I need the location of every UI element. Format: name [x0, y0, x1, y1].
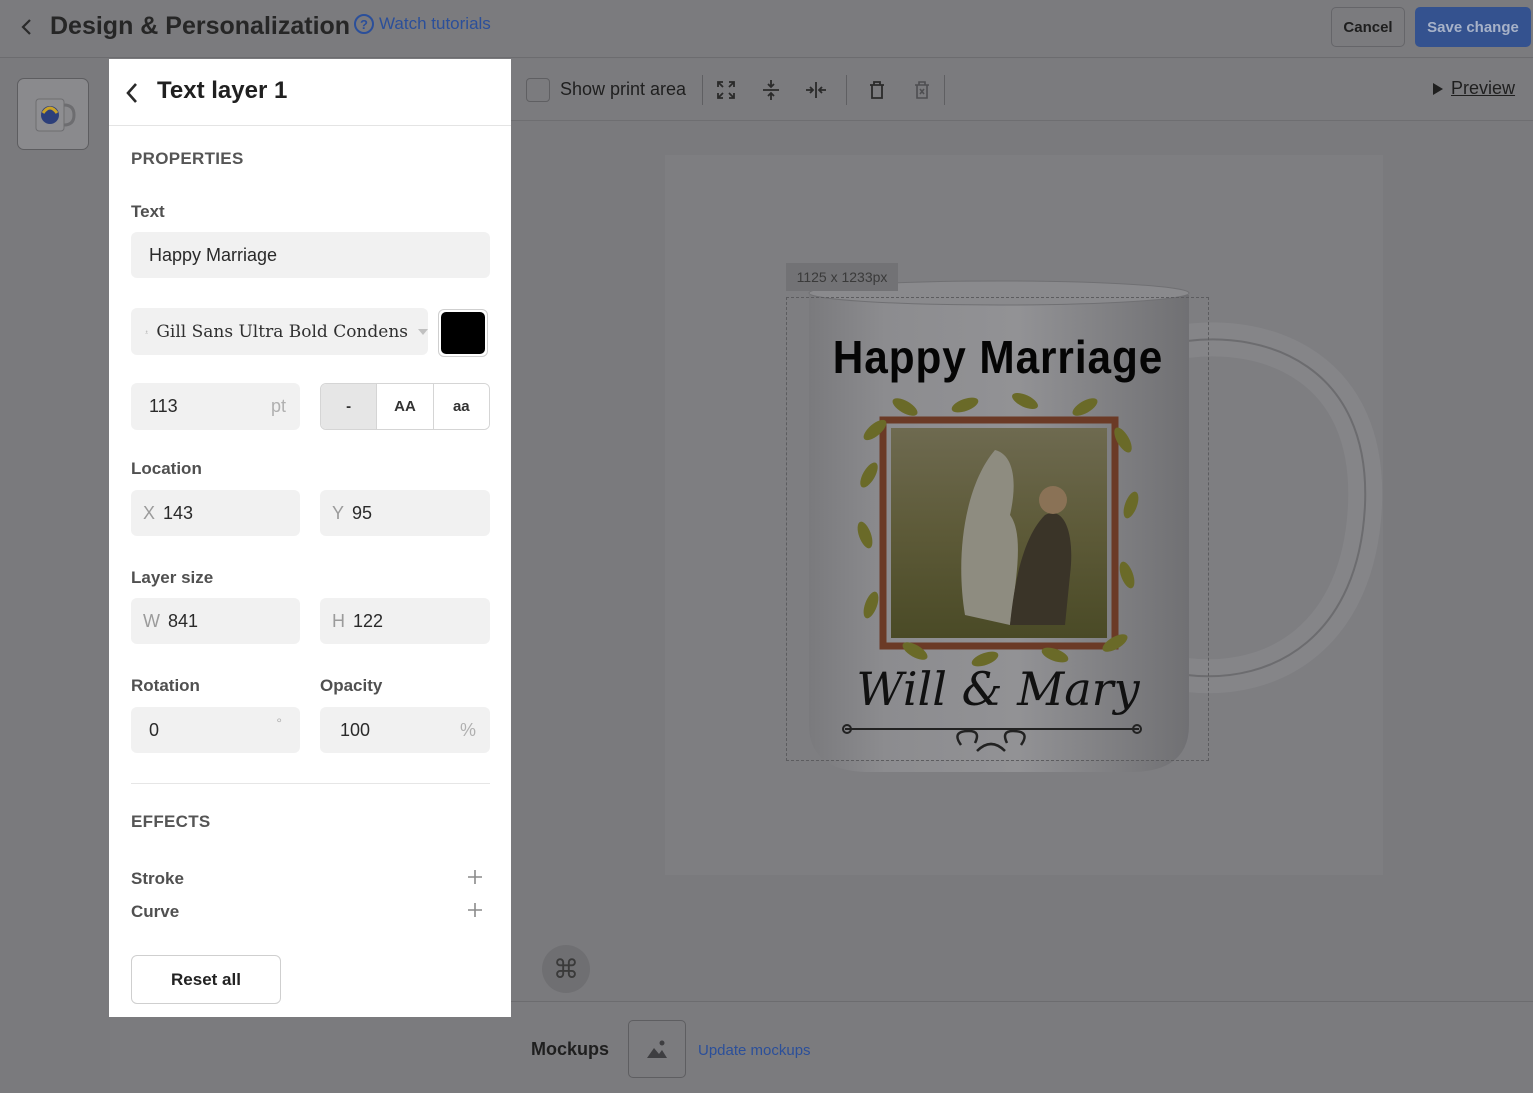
align-vertical-center-icon[interactable]: [758, 77, 784, 103]
text-input-value: Happy Marriage: [149, 244, 278, 265]
y-value: 95: [352, 502, 373, 523]
y-prefix: Y: [332, 502, 345, 523]
text-input[interactable]: Happy Marriage: [131, 232, 490, 278]
rotation-label: Rotation: [131, 676, 200, 695]
opacity-unit: %: [459, 719, 476, 740]
height-input[interactable]: H 122: [320, 598, 490, 644]
delete-all-icon[interactable]: [909, 77, 935, 103]
update-mockups-link[interactable]: Update mockups: [698, 1042, 811, 1059]
play-icon: [1433, 82, 1443, 95]
layer-size-label: Layer size: [131, 568, 214, 587]
text-label: Text: [131, 202, 165, 221]
save-change-button[interactable]: Save change: [1415, 7, 1531, 47]
properties-caption: PROPERTIES: [131, 149, 244, 168]
mug-title-text-layer[interactable]: Happy Marriage: [827, 330, 1169, 384]
mug-names-text-layer[interactable]: Will & Mary: [812, 662, 1184, 716]
x-value: 143: [163, 502, 194, 523]
panel-back-icon[interactable]: [117, 79, 147, 107]
h-value: 122: [353, 610, 384, 631]
add-curve-plus-icon[interactable]: [465, 900, 485, 920]
back-arrow-icon[interactable]: [14, 14, 40, 40]
curve-label: Curve: [131, 902, 180, 921]
effects-caption: EFFECTS: [131, 812, 211, 831]
product-thumbnail[interactable]: [17, 78, 89, 150]
text-layer-panel: Text layer 1 PROPERTIES Text Happy Marri…: [109, 59, 511, 1017]
opacity-label: Opacity: [320, 676, 383, 695]
chevron-down-icon: [418, 328, 428, 335]
w-value: 841: [168, 610, 199, 631]
page-title: Design & Personalization: [50, 12, 351, 40]
watch-tutorials-link[interactable]: ? Watch tutorials: [354, 14, 491, 34]
upload-icon: [145, 329, 149, 334]
opacity-input[interactable]: 100 %: [320, 707, 490, 753]
toolbar-separator: [702, 75, 703, 105]
mockups-label: Mockups: [531, 1039, 610, 1059]
opacity-value: 100: [340, 719, 371, 740]
dimension-badge: 1125 x 1233px: [786, 263, 898, 291]
font-select-value: Gill Sans Ultra Bold Condens: [156, 321, 408, 342]
case-lower-button[interactable]: aa: [433, 384, 489, 429]
mockup-image-placeholder[interactable]: [628, 1020, 686, 1078]
help-circle-icon: ?: [354, 14, 374, 34]
panel-title: Text layer 1: [157, 77, 288, 104]
mug-thumbnail-icon: [35, 98, 76, 132]
top-bar: Design & Personalization ? Watch tutoria…: [0, 0, 1533, 58]
reset-all-button[interactable]: Reset all: [131, 955, 281, 1004]
h-prefix: H: [332, 610, 345, 631]
w-prefix: W: [143, 610, 160, 631]
location-label: Location: [131, 459, 202, 478]
rotation-unit: °: [276, 715, 282, 731]
align-horizontal-center-icon[interactable]: [803, 77, 829, 103]
width-input[interactable]: W 841: [131, 598, 300, 644]
mockups-bar: Mockups Update mockups: [511, 1001, 1533, 1093]
x-prefix: X: [143, 502, 156, 523]
fit-to-area-icon[interactable]: [713, 77, 739, 103]
panel-header: Text layer 1: [109, 59, 511, 126]
preview-label: Preview: [1451, 78, 1516, 98]
color-swatch-fill: [441, 312, 485, 354]
rotation-value: 0: [149, 719, 160, 740]
show-print-area-checkbox[interactable]: [526, 78, 550, 102]
rotation-input[interactable]: 0 °: [131, 707, 300, 753]
case-none-button[interactable]: -: [321, 384, 378, 429]
preview-link[interactable]: Preview: [1433, 78, 1515, 99]
toolbar-separator: [944, 75, 945, 105]
canvas-toolbar: Show print area Preview: [511, 59, 1533, 121]
case-upper-button[interactable]: AA: [377, 384, 434, 429]
delete-layer-icon[interactable]: [864, 77, 890, 103]
cancel-button[interactable]: Cancel: [1331, 7, 1405, 47]
add-stroke-plus-icon[interactable]: [465, 867, 485, 887]
toolbar-separator: [846, 75, 847, 105]
font-size-input[interactable]: 113 pt: [131, 383, 300, 430]
keyboard-shortcuts-icon[interactable]: ⌘: [542, 945, 590, 993]
font-select[interactable]: Gill Sans Ultra Bold Condens: [131, 308, 428, 355]
text-color-swatch[interactable]: [438, 309, 488, 357]
image-icon: [647, 1040, 667, 1058]
watch-tutorials-label: Watch tutorials: [379, 14, 491, 33]
show-print-area-label: Show print area: [560, 79, 687, 99]
font-size-unit: pt: [270, 396, 286, 416]
x-input[interactable]: X 143: [131, 490, 300, 536]
y-input[interactable]: Y 95: [320, 490, 490, 536]
panel-footer-area: [110, 1017, 511, 1093]
stroke-label: Stroke: [131, 869, 184, 888]
text-case-toggle: - AA aa: [320, 383, 490, 430]
section-divider: [131, 783, 490, 784]
font-size-value: 113: [149, 396, 178, 416]
